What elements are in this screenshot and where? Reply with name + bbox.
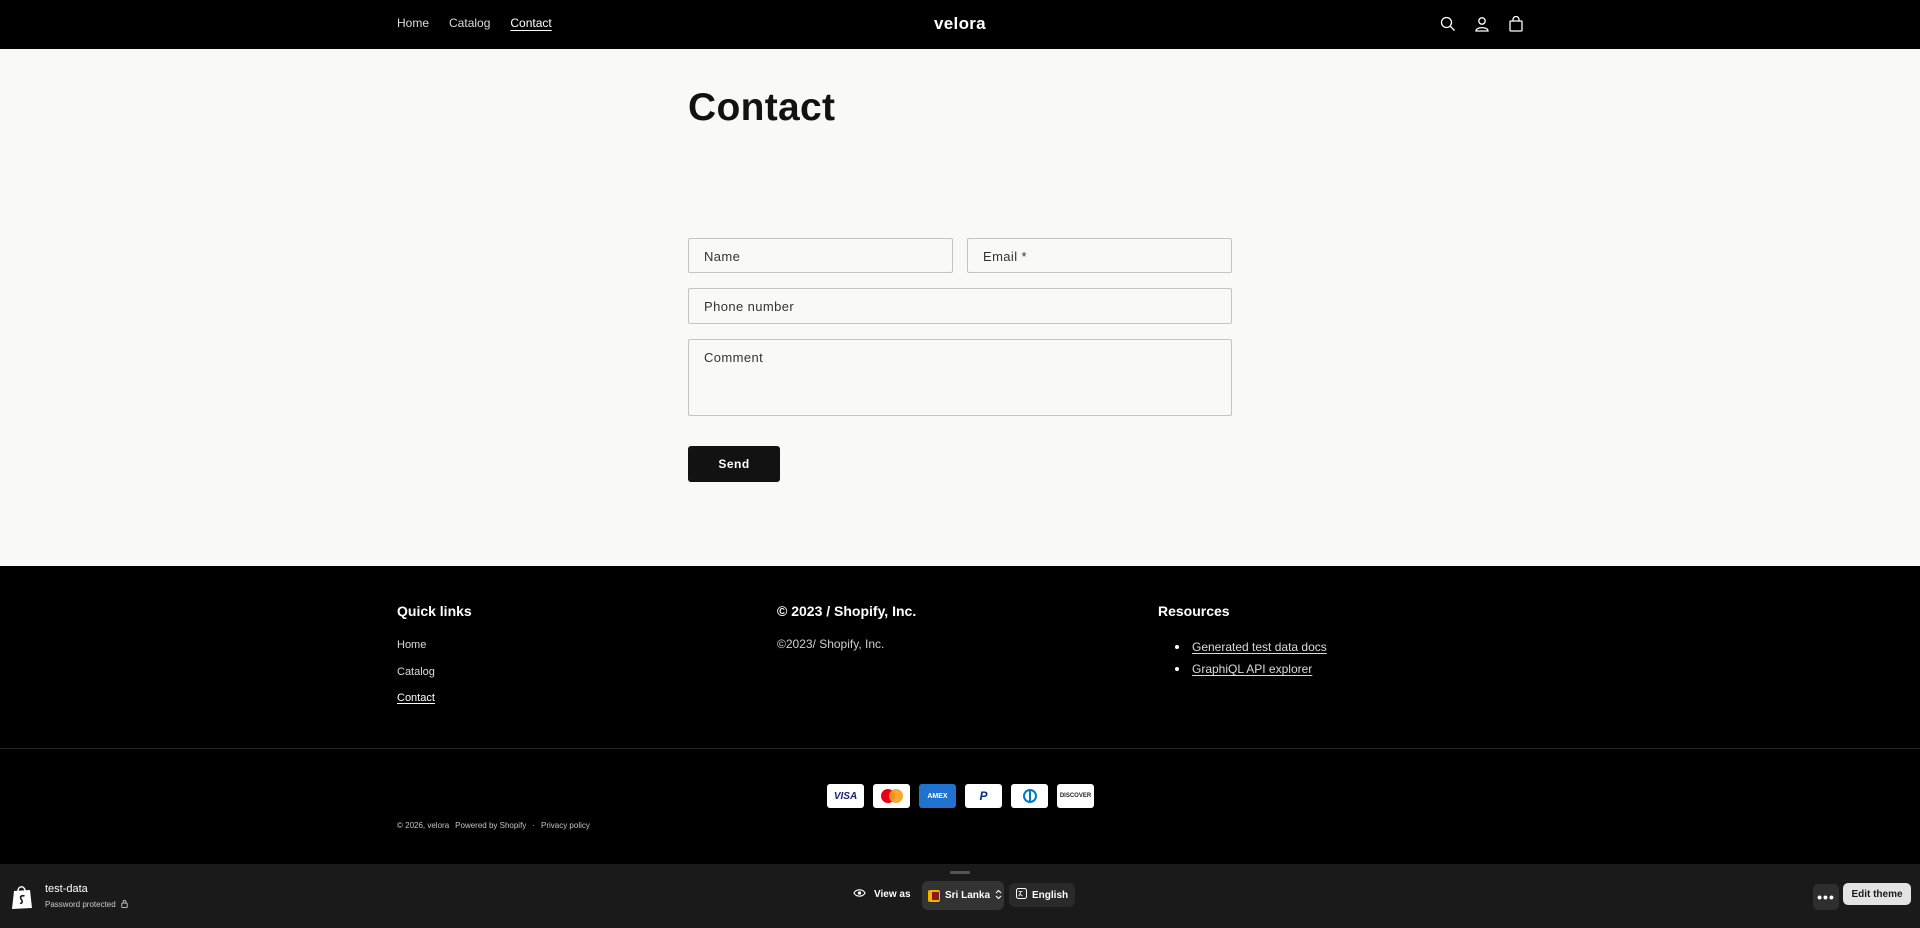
legal-copyright[interactable]: © 2026, velora xyxy=(397,821,449,830)
footer-catalog-link[interactable]: Catalog xyxy=(397,666,435,678)
edit-theme-button[interactable]: Edit theme xyxy=(1843,883,1911,905)
privacy-policy-link[interactable]: Privacy policy xyxy=(541,821,590,830)
email-field[interactable]: Email * xyxy=(967,238,1232,273)
nav-contact-link[interactable]: Contact xyxy=(510,16,551,30)
amex-icon: AMEX xyxy=(919,784,956,808)
view-as: View as xyxy=(853,888,911,901)
visa-icon: VISA xyxy=(827,784,864,808)
view-as-label: View as xyxy=(874,889,911,900)
legal-line: © 2026, velora Powered by Shopify · Priv… xyxy=(397,821,590,830)
paypal-icon: P xyxy=(965,784,1002,808)
header-icons xyxy=(1438,14,1526,34)
nav-home-link[interactable]: Home xyxy=(397,16,429,30)
chevron-updown-icon xyxy=(995,889,1002,903)
language-icon xyxy=(1016,888,1027,902)
store-logo[interactable]: velora xyxy=(934,14,986,33)
logo-container: velora xyxy=(0,14,1920,34)
list-item: Generated test data docs xyxy=(1175,636,1327,658)
shopify-bag-icon xyxy=(10,884,34,910)
preview-bar: test-data Password protected View as Sri… xyxy=(0,864,1920,928)
store-status: Password protected xyxy=(45,899,129,910)
comment-field[interactable]: Comment xyxy=(688,339,1232,416)
legal-separator: · xyxy=(532,821,535,830)
country-label: Sri Lanka xyxy=(945,890,991,901)
quick-links-title: Quick links xyxy=(397,603,472,619)
password-status-text: Password protected xyxy=(45,900,116,909)
send-button[interactable]: Send xyxy=(688,446,780,482)
more-options-button[interactable]: ••• xyxy=(1813,884,1839,910)
language-selector[interactable]: English xyxy=(1009,883,1076,907)
language-label: English xyxy=(1032,889,1069,901)
footer-contact-link[interactable]: Contact xyxy=(397,692,435,704)
nav-catalog-link[interactable]: Catalog xyxy=(449,16,490,30)
name-field[interactable]: Name xyxy=(688,238,953,273)
bullet-icon xyxy=(1175,667,1179,671)
payment-icons: VISA AMEX P DISCOVER xyxy=(827,784,1094,808)
drag-handle[interactable] xyxy=(950,871,970,874)
test-data-docs-link[interactable]: Generated test data docs xyxy=(1192,640,1327,654)
powered-by-link[interactable]: Powered by Shopify xyxy=(455,821,526,830)
name-placeholder: Name xyxy=(704,249,741,264)
comment-placeholder: Comment xyxy=(704,350,764,365)
copyright-body: ©2023/ Shopify, Inc. xyxy=(777,637,885,651)
copyright-title: © 2023 / Shopify, Inc. xyxy=(777,603,917,619)
discover-icon: DISCOVER xyxy=(1057,784,1094,808)
email-placeholder: Email * xyxy=(983,249,1027,264)
store-name: test-data xyxy=(45,883,88,895)
lock-icon xyxy=(120,899,129,910)
country-selector[interactable]: Sri Lanka xyxy=(922,881,1004,910)
account-icon[interactable] xyxy=(1472,14,1492,34)
list-item: GraphiQL API explorer xyxy=(1175,658,1327,680)
search-icon[interactable] xyxy=(1438,14,1458,34)
graphiql-link[interactable]: GraphiQL API explorer xyxy=(1192,662,1312,676)
phone-placeholder: Phone number xyxy=(704,299,795,314)
resources-title: Resources xyxy=(1158,603,1230,619)
footer-home-link[interactable]: Home xyxy=(397,639,426,651)
mastercard-icon xyxy=(873,784,910,808)
page-title: Contact xyxy=(688,86,836,129)
sri-lanka-flag-icon xyxy=(928,889,940,902)
eye-icon xyxy=(853,888,866,901)
main-nav: Home Catalog Contact xyxy=(397,16,552,30)
cart-icon[interactable] xyxy=(1506,14,1526,34)
site-footer: Quick links Home Catalog Contact © 2023 … xyxy=(0,566,1920,864)
phone-field[interactable]: Phone number xyxy=(688,288,1232,324)
resources-list: Generated test data docs GraphiQL API ex… xyxy=(1175,636,1327,680)
site-header: Home Catalog Contact velora xyxy=(0,0,1920,49)
bullet-icon xyxy=(1175,645,1179,649)
footer-divider xyxy=(0,748,1920,749)
diners-icon xyxy=(1011,784,1048,808)
